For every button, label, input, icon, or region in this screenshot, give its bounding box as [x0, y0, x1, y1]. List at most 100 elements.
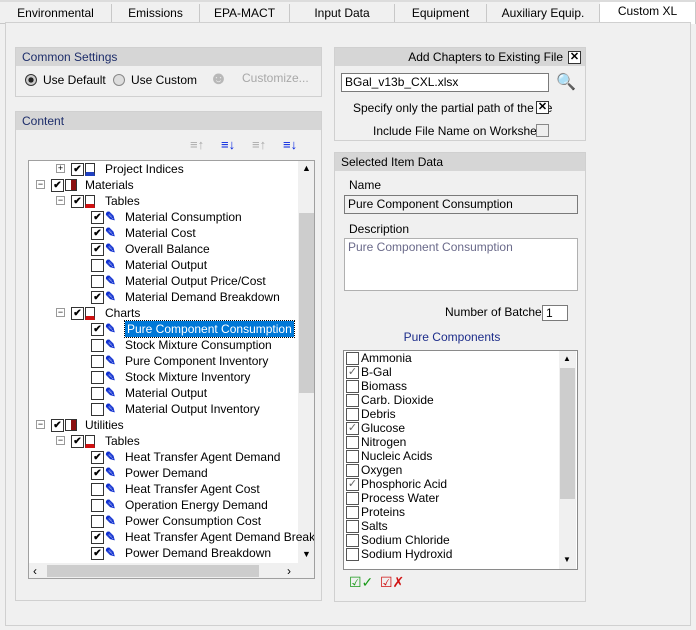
component-checkbox[interactable] — [346, 548, 359, 561]
component-label[interactable]: Sodium Chloride — [361, 533, 450, 547]
add-chapters-checkbox[interactable]: ✕ — [568, 51, 581, 64]
tree-item-checkbox[interactable]: ✔ — [91, 243, 104, 256]
tree-item-checkbox[interactable] — [91, 339, 104, 352]
component-checkbox[interactable] — [346, 534, 359, 547]
name-field[interactable]: Pure Component Consumption — [344, 195, 578, 214]
tree-item-checkbox[interactable]: ✔ — [51, 419, 64, 432]
tree-item-checkbox[interactable]: ✔ — [71, 435, 84, 448]
tree-item-label[interactable]: Heat Transfer Agent Demand — [125, 449, 280, 465]
tree-item-label[interactable]: Heat Transfer Agent Demand Breakdown — [125, 529, 314, 545]
scroll-right-icon[interactable]: › — [287, 564, 291, 578]
include-file-name-checkbox[interactable] — [536, 124, 549, 137]
scroll-left-icon[interactable]: ‹ — [33, 564, 37, 578]
component-label[interactable]: Carb. Dioxide — [361, 393, 434, 407]
expander-plus-icon[interactable]: + — [56, 164, 65, 173]
tree-item-checkbox[interactable]: ✔ — [51, 179, 64, 192]
tree-item-label[interactable]: Material Output — [125, 257, 207, 273]
component-checkbox[interactable] — [346, 450, 359, 463]
list-vertical-scrollbar[interactable]: ▲ ▼ — [559, 351, 576, 569]
use-custom-label[interactable]: Use Custom — [131, 73, 197, 87]
component-checkbox[interactable] — [346, 352, 359, 365]
tab-epa-mact[interactable]: EPA-MACT — [200, 4, 290, 24]
component-label[interactable]: Ammonia — [361, 351, 412, 365]
tree-item-checkbox[interactable]: ✔ — [91, 531, 104, 544]
component-checkbox[interactable] — [346, 464, 359, 477]
tree-horizontal-scrollbar[interactable]: ‹ › — [29, 563, 314, 578]
check-all-icon[interactable]: ☑✓ — [349, 574, 373, 591]
component-label[interactable]: Sodium Hydroxid — [361, 547, 452, 561]
tree-item-label[interactable]: Material Consumption — [125, 209, 242, 225]
tab-custom-xl[interactable]: Custom XL — [600, 2, 696, 24]
expander-minus-icon[interactable]: − — [56, 196, 65, 205]
tree-item-label[interactable]: Heat Transfer Agent Cost — [125, 481, 260, 497]
expand-selected-icon[interactable]: ≡↓ — [283, 137, 297, 152]
uncheck-all-icon[interactable]: ☑✗ — [380, 574, 404, 591]
scroll-down-icon[interactable]: ▼ — [302, 549, 311, 559]
tree-item-label[interactable]: Tables — [105, 193, 140, 209]
tree-item-checkbox[interactable] — [91, 403, 104, 416]
tree-item-checkbox[interactable]: ✔ — [91, 547, 104, 560]
tree-item-label[interactable]: Power Consumption Cost — [125, 513, 261, 529]
use-default-radio[interactable] — [25, 74, 37, 86]
expander-minus-icon[interactable]: − — [36, 420, 45, 429]
collapse-checked-icon[interactable]: ≡↑ — [252, 137, 266, 152]
tree-item-label[interactable]: Materials — [85, 177, 134, 193]
component-checkbox[interactable] — [346, 394, 359, 407]
component-label[interactable]: Process Water — [361, 491, 439, 505]
component-label[interactable]: Phosphoric Acid — [361, 477, 447, 491]
component-checkbox[interactable] — [346, 436, 359, 449]
tree-item-label[interactable]: Material Cost — [125, 225, 196, 241]
tree-item-checkbox[interactable] — [91, 371, 104, 384]
tree-item-checkbox[interactable]: ✔ — [91, 323, 104, 336]
tree-item-checkbox[interactable]: ✔ — [91, 451, 104, 464]
tree-item-checkbox[interactable] — [91, 387, 104, 400]
browse-file-icon[interactable]: 🔍 — [556, 72, 576, 92]
tree-item-checkbox[interactable] — [91, 483, 104, 496]
tab-input-data[interactable]: Input Data — [290, 4, 395, 24]
tree-item-label[interactable]: Pure Component Consumption — [124, 320, 295, 338]
tree-item-checkbox[interactable] — [91, 275, 104, 288]
tree-item-checkbox[interactable]: ✔ — [71, 195, 84, 208]
tree-item-checkbox[interactable] — [91, 259, 104, 272]
tree-item-label[interactable]: Stock Mixture Inventory — [125, 369, 250, 385]
tree-item-label[interactable]: Project Indices — [105, 161, 184, 177]
tree-item-label[interactable]: Utilities — [85, 417, 124, 433]
tree-item-label[interactable]: Operation Energy Demand — [125, 497, 268, 513]
tree-item-checkbox[interactable]: ✔ — [71, 163, 84, 176]
component-label[interactable]: Salts — [361, 519, 388, 533]
component-checkbox[interactable] — [346, 380, 359, 393]
component-checkbox[interactable]: ✓ — [346, 478, 359, 491]
collapse-all-icon[interactable]: ≡↑ — [190, 137, 204, 152]
tab-environmental[interactable]: Environmental — [0, 4, 112, 24]
batches-input[interactable]: 1 — [542, 305, 568, 321]
hscroll-thumb[interactable] — [47, 565, 259, 577]
tree-item-checkbox[interactable]: ✔ — [91, 211, 104, 224]
component-label[interactable]: Nitrogen — [361, 435, 406, 449]
description-field[interactable]: Pure Component Consumption — [344, 238, 578, 291]
tree-item-label[interactable]: Tables — [105, 433, 140, 449]
use-custom-radio[interactable] — [113, 74, 125, 86]
content-tree[interactable]: ▲ ▼ ‹ › + ✔ Project Indices − ✔ Materials − ✔ Ta… — [28, 160, 315, 579]
component-label[interactable]: Oxygen — [361, 463, 402, 477]
tab-equipment[interactable]: Equipment — [395, 4, 487, 24]
file-path-input[interactable]: BGal_v13b_CXL.xlsx — [341, 73, 549, 92]
tree-item-label[interactable]: Pure Component Inventory — [125, 353, 268, 369]
component-checkbox[interactable] — [346, 492, 359, 505]
component-checkbox[interactable] — [346, 506, 359, 519]
tree-item-label[interactable]: Power Demand Breakdown — [125, 545, 271, 561]
tree-item-checkbox[interactable]: ✔ — [91, 291, 104, 304]
component-label[interactable]: Debris — [361, 407, 396, 421]
tree-item-label[interactable]: Stock Mixture Consumption — [125, 337, 272, 353]
tab-auxiliary-equip-[interactable]: Auxiliary Equip. — [487, 4, 600, 24]
tree-item-label[interactable]: Power Demand — [125, 465, 208, 481]
list-scroll-up-icon[interactable]: ▲ — [563, 354, 571, 363]
component-checkbox[interactable] — [346, 408, 359, 421]
component-checkbox[interactable]: ✓ — [346, 366, 359, 379]
expander-minus-icon[interactable]: − — [56, 436, 65, 445]
expander-minus-icon[interactable]: − — [56, 308, 65, 317]
partial-path-checkbox[interactable]: ✕ — [536, 101, 549, 114]
list-scroll-thumb[interactable] — [560, 368, 575, 499]
component-checkbox[interactable] — [346, 520, 359, 533]
scroll-thumb[interactable] — [299, 213, 314, 393]
tree-item-checkbox[interactable] — [91, 515, 104, 528]
